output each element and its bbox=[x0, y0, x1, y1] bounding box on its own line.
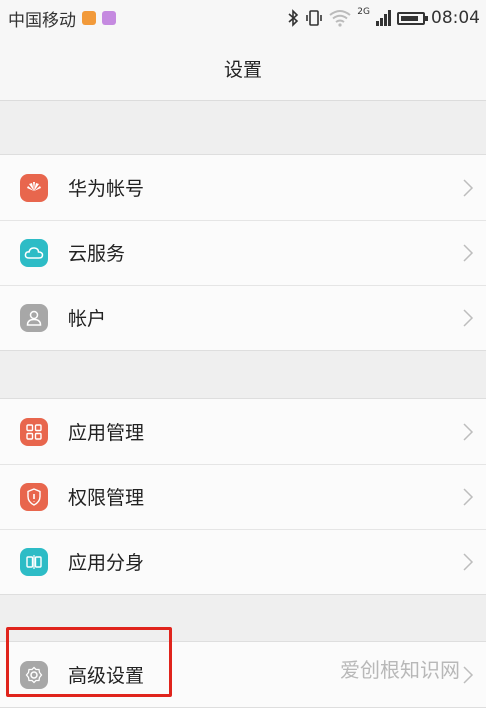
network-type-label: 2G bbox=[357, 7, 370, 17]
settings-item-label: 云服务 bbox=[68, 243, 126, 265]
chevron-right-icon bbox=[463, 487, 474, 506]
shield-icon bbox=[20, 482, 48, 511]
settings-item-label: 应用管理 bbox=[68, 422, 145, 444]
cloud-icon bbox=[20, 238, 48, 267]
bluetooth-icon bbox=[288, 9, 299, 27]
photo-notification-icon bbox=[82, 11, 96, 25]
carrier-name: 中国移动 bbox=[8, 10, 76, 31]
highlight-box bbox=[6, 627, 172, 697]
page-title: 设置 bbox=[223, 58, 262, 81]
chevron-right-icon bbox=[463, 178, 474, 197]
settings-item-app-management[interactable]: 应用管理 bbox=[0, 399, 486, 464]
settings-item-label: 权限管理 bbox=[68, 487, 145, 509]
settings-item-cloud[interactable]: 云服务 bbox=[0, 220, 486, 285]
settings-item-accounts[interactable]: 帐户 bbox=[0, 285, 486, 350]
status-bar: 中国移动 2G 08:04 bbox=[0, 0, 486, 36]
huawei-logo-icon bbox=[20, 173, 48, 202]
chevron-right-icon bbox=[463, 422, 474, 441]
settings-item-permissions[interactable]: 权限管理 bbox=[0, 464, 486, 529]
battery-level bbox=[401, 15, 418, 21]
wifi-icon bbox=[329, 10, 351, 27]
settings-item-label: 帐户 bbox=[68, 308, 107, 330]
chevron-right-icon bbox=[463, 665, 474, 684]
watermark-text: 爱创根知识网 bbox=[340, 658, 460, 682]
vibrate-icon bbox=[306, 10, 323, 26]
settings-item-huawei-id[interactable]: 华为帐号 bbox=[0, 155, 486, 220]
signal-icon bbox=[376, 10, 391, 26]
gallery-notification-icon bbox=[102, 11, 116, 25]
settings-item-label: 应用分身 bbox=[68, 552, 145, 574]
person-icon bbox=[20, 303, 48, 332]
apps-grid-icon bbox=[20, 417, 48, 446]
page-header: 设置 bbox=[0, 36, 486, 101]
settings-group-account: 华为帐号 云服务 帐户 bbox=[0, 154, 486, 351]
chevron-right-icon bbox=[463, 243, 474, 262]
status-time: 08:04 bbox=[431, 8, 480, 28]
settings-item-label: 华为帐号 bbox=[68, 178, 145, 200]
app-twin-icon bbox=[20, 547, 48, 576]
settings-group-apps: 应用管理 权限管理 应用分身 bbox=[0, 398, 486, 595]
chevron-right-icon bbox=[463, 552, 474, 571]
chevron-right-icon bbox=[463, 308, 474, 327]
battery-icon bbox=[397, 11, 428, 25]
settings-item-app-twin[interactable]: 应用分身 bbox=[0, 529, 486, 594]
